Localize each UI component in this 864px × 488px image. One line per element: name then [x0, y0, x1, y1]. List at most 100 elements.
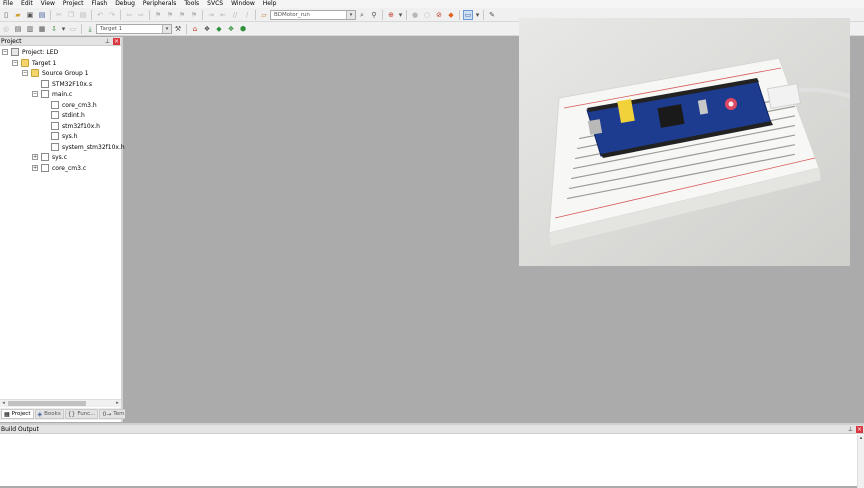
chevron-down-icon[interactable]: ▾	[61, 24, 66, 34]
target-combo[interactable]: BDMotor_run ▾	[270, 9, 356, 20]
expand-icon[interactable]: +	[32, 165, 38, 171]
tab-project[interactable]: ▦ Project	[1, 409, 34, 419]
bookmark-prev-icon[interactable]: ⚑	[165, 10, 175, 20]
tab-functions[interactable]: {} Func...	[64, 409, 99, 419]
expand-icon[interactable]: +	[32, 154, 38, 160]
menu-view[interactable]: View	[38, 0, 60, 8]
batch-build-icon[interactable]: ▦	[37, 24, 47, 34]
uncomment-icon[interactable]: ∕	[242, 10, 252, 20]
horizontal-scrollbar[interactable]: ◂ ▸	[0, 399, 121, 407]
pin-icon[interactable]: ⊥	[105, 38, 110, 45]
window-layout-icon[interactable]: ▭	[463, 9, 473, 20]
file-extensions-icon[interactable]: ❖	[202, 24, 212, 34]
tree-node-file[interactable]: stm32f10x.h	[51, 121, 100, 131]
chevron-down-icon[interactable]: ▾	[475, 10, 480, 20]
close-icon[interactable]: ×	[113, 37, 120, 45]
toolbar-separator	[459, 9, 460, 20]
menu-svcs[interactable]: SVCS	[204, 0, 228, 8]
cut-icon[interactable]: ✂	[54, 10, 64, 20]
tree-node-file[interactable]: system_stm32f10x.h	[51, 142, 125, 152]
disable-breakpoint-icon[interactable]: ○	[422, 10, 432, 20]
menu-tools[interactable]: Tools	[181, 0, 204, 8]
toolbar-separator	[186, 23, 187, 34]
scroll-left-icon[interactable]: ◂	[0, 400, 7, 407]
menu-window[interactable]: Window	[228, 0, 260, 8]
scrollbar-thumb[interactable]	[8, 401, 86, 406]
file-icon	[41, 153, 49, 161]
translate-icon[interactable]: ◎	[1, 24, 11, 34]
indent-icon[interactable]: ⇥	[206, 10, 216, 20]
collapse-icon[interactable]: −	[2, 49, 8, 55]
build-target-combo[interactable]: Target 1 ▾	[96, 23, 172, 34]
project-icon	[11, 48, 19, 56]
menu-project[interactable]: Project	[60, 0, 89, 8]
comment-icon[interactable]: //	[230, 10, 240, 20]
tab-label: Project	[11, 411, 31, 417]
download-icon[interactable]: ⇩	[49, 24, 59, 34]
breakpoint-icon[interactable]: ●	[410, 10, 420, 20]
scroll-right-icon[interactable]: ▸	[114, 400, 121, 407]
rebuild-icon[interactable]: ▥	[25, 24, 35, 34]
tree-node-file[interactable]: + sys.c	[32, 152, 67, 162]
tab-label: Books	[44, 411, 61, 417]
navigate-back-icon[interactable]: ⇦	[124, 10, 134, 20]
redo-icon[interactable]: ↷	[107, 10, 117, 20]
menu-edit[interactable]: Edit	[18, 0, 38, 8]
stop-build-icon[interactable]: ▭	[68, 24, 78, 34]
save-icon[interactable]: ▣	[25, 10, 35, 20]
open-file-icon[interactable]: ▰	[13, 10, 23, 20]
tab-books[interactable]: ◈ Books	[34, 409, 64, 419]
tree-node-source-group[interactable]: − Source Group 1	[22, 68, 89, 78]
tree-node-file[interactable]: stdint.h	[51, 110, 85, 120]
bookmark-icon[interactable]: ⚑	[153, 10, 163, 20]
collapse-icon[interactable]: −	[12, 60, 18, 66]
load-icon[interactable]: ⤓	[85, 24, 95, 34]
run-time-env-icon[interactable]: ⬢	[238, 24, 248, 34]
find-icon[interactable]: ⌕	[357, 10, 367, 20]
pin-icon[interactable]: ⊥	[848, 426, 853, 433]
collapse-icon[interactable]: −	[22, 70, 28, 76]
clear-breakpoints-icon[interactable]: ◆	[446, 10, 456, 20]
bookmark-clear-icon[interactable]: ⚑	[189, 10, 199, 20]
project-panel-tabs: ▦ Project ◈ Books {} Func... 0→ Temp...	[0, 408, 137, 420]
collapse-icon[interactable]: −	[32, 91, 38, 97]
copy-icon[interactable]: ❐	[66, 10, 76, 20]
functions-tab-icon: {}	[67, 410, 76, 418]
vertical-scrollbar[interactable]: ▴	[857, 435, 864, 488]
target-options-icon[interactable]: ⚒	[173, 24, 183, 34]
tree-node-file[interactable]: + core_cm3.c	[32, 163, 86, 173]
file-icon	[41, 80, 49, 88]
tree-node-target[interactable]: − Target 1	[12, 58, 56, 68]
toolbar-separator	[202, 9, 203, 20]
menu-debug[interactable]: Debug	[112, 0, 140, 8]
manage-project-icon[interactable]: ⌂	[190, 24, 200, 34]
tree-node-file[interactable]: STM32F10x.s	[41, 79, 92, 89]
menu-help[interactable]: Help	[260, 0, 282, 8]
debug-session-icon[interactable]: ⊕	[386, 10, 396, 20]
menu-flash[interactable]: Flash	[88, 0, 112, 8]
unindent-icon[interactable]: ⇤	[218, 10, 228, 20]
menu-file[interactable]: File	[0, 0, 18, 8]
chevron-down-icon[interactable]: ▾	[398, 10, 403, 20]
new-file-icon[interactable]: ▯	[1, 10, 11, 20]
tree-node-file[interactable]: sys.h	[51, 131, 78, 141]
tree-node-project[interactable]: − Project: LED	[2, 47, 58, 57]
incremental-find-icon[interactable]: ⚲	[369, 10, 379, 20]
tree-node-label: Source Group 1	[42, 69, 89, 77]
close-icon[interactable]: ×	[856, 425, 863, 433]
configure-icon[interactable]: ✎	[487, 10, 497, 20]
select-packs-icon[interactable]: ◆	[214, 24, 224, 34]
save-all-icon[interactable]: ▤	[37, 10, 47, 20]
menu-peripherals[interactable]: Peripherals	[140, 0, 181, 8]
undo-icon[interactable]: ↶	[95, 10, 105, 20]
kill-breakpoints-icon[interactable]: ⊘	[434, 10, 444, 20]
build-icon[interactable]: ▤	[13, 24, 23, 34]
tree-node-file[interactable]: − main.c	[32, 89, 72, 99]
paste-icon[interactable]: ▤	[78, 10, 88, 20]
tree-node-file[interactable]: core_cm3.h	[51, 100, 97, 110]
bookmark-next-icon[interactable]: ⚑	[177, 10, 187, 20]
find-in-files-icon[interactable]: ▱	[259, 10, 269, 20]
pack-installer-icon[interactable]: ❖	[226, 24, 236, 34]
scroll-up-icon[interactable]: ▴	[858, 435, 864, 441]
navigate-forward-icon[interactable]: ⇨	[136, 10, 146, 20]
